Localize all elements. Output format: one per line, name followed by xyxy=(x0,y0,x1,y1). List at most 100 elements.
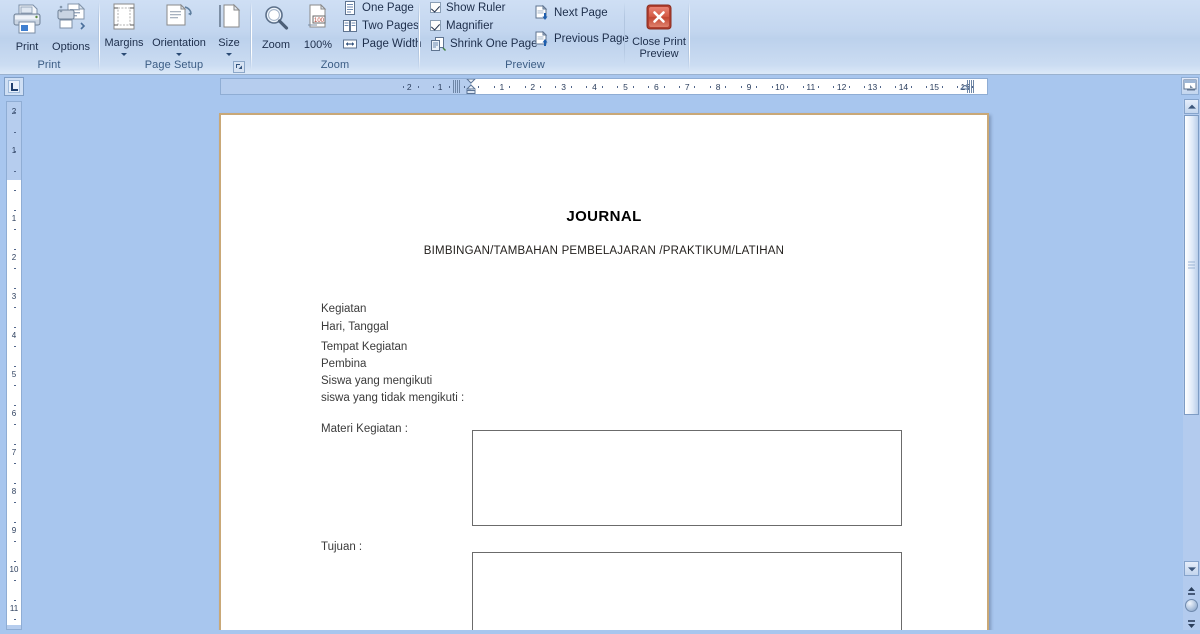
close-print-preview-button[interactable]: Close Print Preview xyxy=(630,1,688,60)
next-page-label: Next Page xyxy=(554,6,608,19)
horizontal-ruler[interactable]: 2112345678910111213141516 xyxy=(220,78,988,95)
ruler-mark-15: 15 xyxy=(929,82,940,92)
ruler-tick-6 xyxy=(570,86,572,88)
ruler-tick-left-3 xyxy=(417,86,419,88)
previous-page-icon xyxy=(534,30,550,46)
vruler-mark-9: 8 xyxy=(11,487,17,496)
vruler-tick-4 xyxy=(14,190,16,191)
vruler-mark-8: 7 xyxy=(11,448,17,457)
document-field-4: Siswa yang mengikuti xyxy=(321,375,433,387)
ruler-tick-9 xyxy=(617,86,619,88)
ruler-tick-0 xyxy=(478,86,480,88)
page-width-icon xyxy=(342,36,358,51)
vruler-mark-3: 2 xyxy=(11,253,17,262)
document-canvas[interactable]: JOURNAL BIMBINGAN/TAMBAHAN PEMBELAJARAN … xyxy=(24,99,1176,630)
vruler-tick-12 xyxy=(14,346,16,347)
ruler-tick-3 xyxy=(524,86,526,88)
ruler-tick-13 xyxy=(678,86,680,88)
previous-page-nav-button[interactable] xyxy=(1187,583,1196,595)
one-page-button[interactable]: One Page xyxy=(342,0,414,16)
vruler-tick-22 xyxy=(14,541,16,542)
ruler-tab-stop-1[interactable] xyxy=(967,80,976,93)
tab-selector-button[interactable] xyxy=(4,77,24,96)
ruler-tab-stop-0[interactable] xyxy=(453,80,461,93)
previous-page-label: Previous Page xyxy=(554,32,629,45)
vruler-mark-5: 4 xyxy=(11,331,17,340)
document-title: JOURNAL xyxy=(566,208,642,225)
ruler-tick-16 xyxy=(725,86,727,88)
orientation-button-label: Orientation xyxy=(152,37,206,49)
show-ruler-check-icon xyxy=(430,2,441,13)
margins-caret[interactable] xyxy=(100,49,148,56)
thumb-grip-icon xyxy=(1188,261,1195,269)
ruler-tick-27 xyxy=(895,86,897,88)
shrink-one-page-button[interactable]: Shrink One Page xyxy=(430,35,538,52)
vruler-mark-10: 9 xyxy=(11,526,17,535)
margins-button[interactable]: Margins xyxy=(100,0,148,56)
svg-text:100: 100 xyxy=(314,18,325,24)
ruler-tick-12 xyxy=(663,86,665,88)
print-options-button[interactable]: Options xyxy=(44,0,98,53)
margins-icon xyxy=(100,3,148,36)
document-field-1: Hari, Tanggal xyxy=(321,321,389,333)
page-content: JOURNAL BIMBINGAN/TAMBAHAN PEMBELAJARAN … xyxy=(221,115,987,630)
scroll-up-button[interactable] xyxy=(1184,99,1199,114)
left-indent-marker[interactable] xyxy=(465,79,477,94)
orientation-caret[interactable] xyxy=(148,49,210,56)
vruler-tick-15 xyxy=(14,404,16,406)
page-width-button[interactable]: Page Width xyxy=(342,35,421,52)
page-size-caret[interactable] xyxy=(210,49,248,56)
close-print-preview-label-2: Preview xyxy=(639,48,679,60)
print-options-button-label: Options xyxy=(52,41,90,53)
document-section-box-0[interactable] xyxy=(472,430,902,526)
page-size-button[interactable]: Size xyxy=(210,0,248,56)
document-section-box-1[interactable] xyxy=(472,552,902,630)
vruler-tick-11 xyxy=(14,326,16,328)
orientation-button[interactable]: Orientation xyxy=(148,0,210,56)
margins-button-label: Margins xyxy=(104,37,144,49)
shrink-one-page-icon xyxy=(430,36,446,51)
ruler-mark-4: 4 xyxy=(592,82,597,92)
split-window-icon[interactable] xyxy=(1181,77,1199,95)
vruler-tick-2 xyxy=(14,151,16,152)
ruler-tick-31 xyxy=(956,86,958,88)
ruler-tick-8 xyxy=(601,86,603,88)
zoom-100-button[interactable]: 100 100% xyxy=(296,0,340,51)
scroll-down-button[interactable] xyxy=(1184,561,1199,576)
ruler-tick-15 xyxy=(709,86,711,88)
ruler-mark-3: 3 xyxy=(561,82,567,92)
vruler-tick-1 xyxy=(14,131,16,133)
vruler-tick-5 xyxy=(14,209,16,211)
document-page[interactable]: JOURNAL BIMBINGAN/TAMBAHAN PEMBELAJARAN … xyxy=(219,113,989,630)
vruler-tick-24 xyxy=(14,580,16,581)
show-ruler-checkbox[interactable]: Show Ruler xyxy=(430,0,505,16)
next-page-button[interactable]: Next Page xyxy=(534,4,608,21)
ruler-tick-22 xyxy=(817,86,819,88)
page-setup-dialog-launcher[interactable] xyxy=(232,60,245,73)
orientation-icon xyxy=(148,3,210,36)
vruler-tick-10 xyxy=(14,307,16,308)
magnifier-checkbox[interactable]: Magnifier xyxy=(430,17,493,34)
vruler-tick-14 xyxy=(14,385,16,386)
ruler-mark-10: 10 xyxy=(775,82,785,92)
vertical-scrollbar[interactable] xyxy=(1183,99,1200,630)
ribbon-group-zoom: Zoom 100 100% One Page Two Pages Page Wi… xyxy=(254,0,421,74)
ruler-tick-30 xyxy=(941,86,943,88)
zoom-button[interactable]: Zoom xyxy=(254,0,298,51)
ruler-mark-6: 6 xyxy=(653,82,659,92)
scrollbar-thumb[interactable] xyxy=(1184,115,1199,415)
select-browse-object-button[interactable] xyxy=(1185,599,1198,612)
ruler-tick-14 xyxy=(694,86,696,88)
ruler-tick-1 xyxy=(493,86,495,88)
vertical-ruler[interactable]: 211234567891011 xyxy=(6,101,22,630)
page-size-button-label: Size xyxy=(218,37,240,49)
vruler-tick-18 xyxy=(14,463,16,464)
vruler-tick-26 xyxy=(14,619,16,620)
previous-page-button[interactable]: Previous Page xyxy=(534,30,629,47)
ribbon-group-print: Print Options Print xyxy=(0,0,98,74)
vruler-tick-23 xyxy=(14,560,16,562)
ruler-tick-4 xyxy=(539,86,541,88)
next-page-nav-button[interactable] xyxy=(1187,616,1196,628)
two-pages-button[interactable]: Two Pages xyxy=(342,17,419,34)
vruler-tick-21 xyxy=(14,521,16,523)
